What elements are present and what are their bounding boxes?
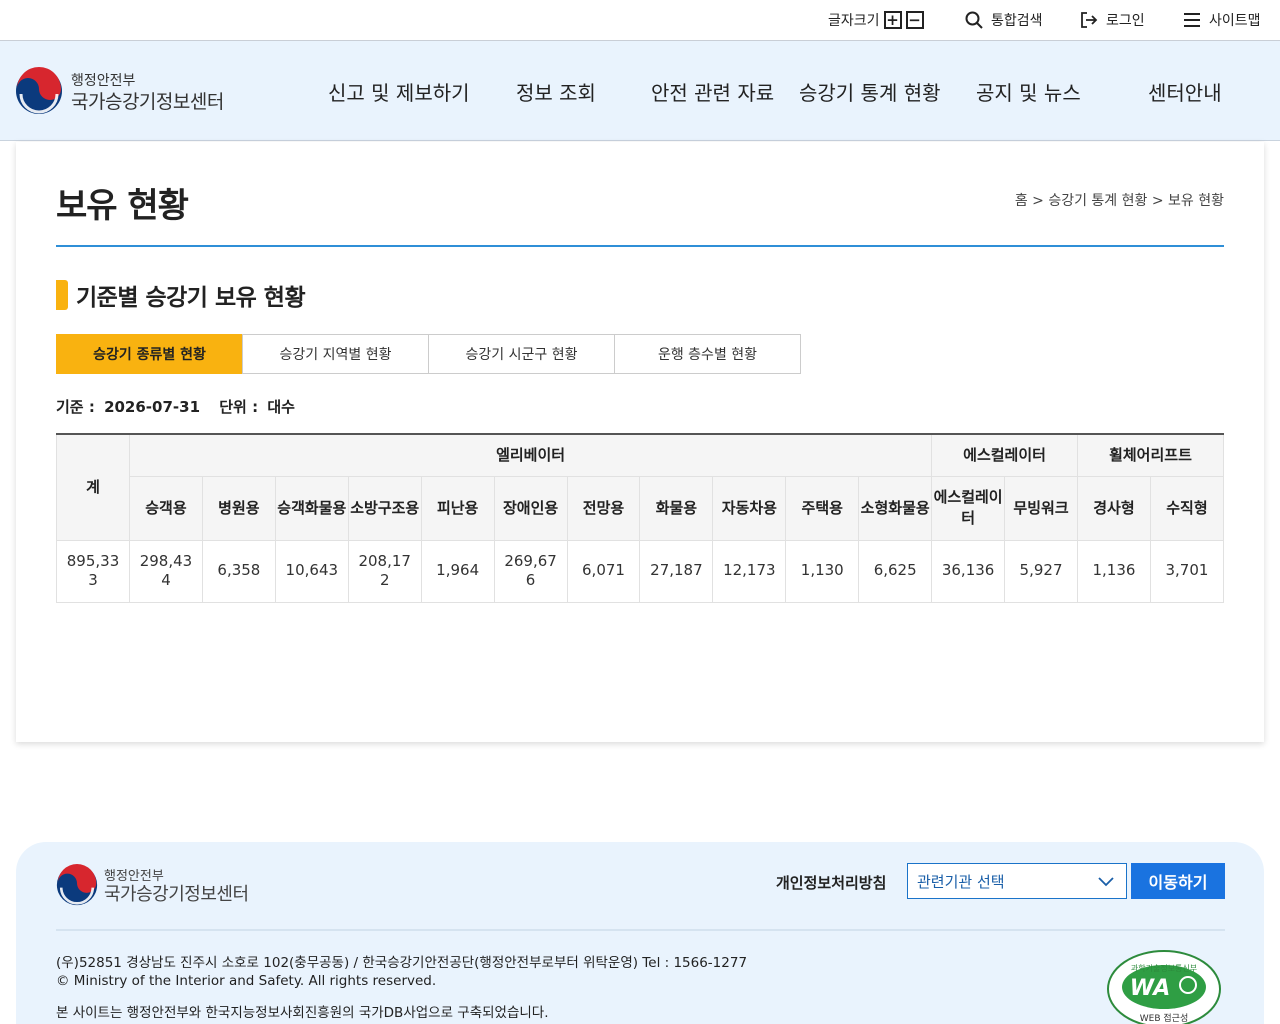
login-icon	[1079, 10, 1099, 30]
basis-date: 2026-07-31	[104, 398, 201, 416]
main-header: 행정안전부 국가승강기정보센터 신고 및 제보하기 정보 조회 안전 관련 자료…	[0, 41, 1280, 141]
font-increase-button[interactable]: +	[883, 11, 902, 29]
table-row: 895,333 298,434 6,358 10,643 208,172 1,9…	[56, 539, 1225, 603]
nav-statistics[interactable]: 승강기 통계 현황	[799, 77, 941, 106]
stat-tabs: 승강기 종류별 현황 승강기 지역별 현황 승강기 시군구 현황 운행 층수별 …	[56, 334, 801, 374]
table-cell: 10,643	[274, 539, 349, 603]
chevron-down-icon	[1098, 877, 1114, 887]
nav-info-lookup[interactable]: 정보 조회	[516, 77, 596, 106]
table-cell: 1,136	[1076, 539, 1151, 603]
section-accent-bar	[56, 280, 68, 310]
page-title: 보유 현황	[56, 186, 189, 226]
footer-built-by: 본 사이트는 행정안전부와 한국지능정보사회진흥원의 국가DB사업으로 구축되었…	[56, 1005, 549, 1021]
group-header-elevator: 엘리베이터	[128, 433, 933, 477]
table-cell: 36,136	[931, 539, 1006, 603]
table-cell: 1,130	[785, 539, 860, 603]
table-cell: 269,676	[493, 539, 568, 603]
column-header: 승객용	[129, 475, 203, 541]
search-icon	[964, 10, 984, 30]
badge-wa-text: WA	[1130, 976, 1171, 1001]
sitemap-link[interactable]: 사이트맵	[1182, 0, 1261, 40]
stats-table: 계 엘리베이터 에스컬레이터 휠체어리프트 승객용 병원용 승객화물용 소방구조…	[56, 433, 1225, 603]
table-cell: 1,964	[420, 539, 495, 603]
related-agency-select-value: 관련기관 선택	[917, 872, 1005, 891]
column-header: 소형화물용	[858, 475, 933, 541]
column-header: 소방구조용	[347, 475, 422, 541]
web-accessibility-badge: 과학기술정보통신부 WA WEB 접근성	[1106, 947, 1222, 1024]
column-header: 수직형	[1149, 475, 1225, 541]
nav-report[interactable]: 신고 및 제보하기	[328, 77, 470, 106]
table-cell: 298,434	[129, 539, 203, 603]
privacy-policy-link[interactable]: 개인정보처리방침	[776, 872, 886, 893]
total-cell: 895,333	[56, 539, 130, 603]
column-header: 무빙워크	[1004, 475, 1078, 541]
column-header: 경사형	[1076, 475, 1151, 541]
nav-safety-materials[interactable]: 안전 관련 자료	[651, 77, 774, 106]
search-label: 통합검색	[991, 13, 1043, 29]
table-cell: 27,187	[639, 539, 714, 603]
unit-label: 단위 :	[219, 398, 259, 416]
nav-notice-news[interactable]: 공지 및 뉴스	[976, 77, 1081, 106]
wa-certification-icon: 과학기술정보통신부 WA WEB 접근성	[1107, 950, 1221, 1024]
column-header: 자동차용	[712, 475, 787, 541]
footer-divider	[56, 929, 1225, 931]
group-header-escalator: 에스컬레이터	[931, 433, 1078, 477]
breadcrumb: 홈 > 승강기 통계 현황 > 보유 현황	[1014, 193, 1224, 209]
section-title-text: 기준별 승강기 보유 현황	[76, 285, 306, 311]
font-size-control: 글자크기 + −	[828, 0, 924, 40]
column-header: 병원용	[201, 475, 276, 541]
utility-bar: 글자크기 + − 통합검색 로그인 사이트맵	[0, 0, 1280, 41]
column-header: 장애인용	[493, 475, 568, 541]
table-cell: 6,358	[201, 539, 276, 603]
column-header: 에스컬레이터	[931, 475, 1006, 541]
login-link[interactable]: 로그인	[1079, 0, 1145, 40]
taegeuk-logo-icon	[56, 864, 98, 906]
taegeuk-logo-icon	[16, 67, 62, 114]
title-divider	[56, 245, 1224, 247]
logo-center-name: 국가승강기정보센터	[71, 91, 224, 113]
go-button[interactable]: 이동하기	[1131, 863, 1225, 899]
tab-region[interactable]: 승강기 지역별 현황	[242, 334, 429, 374]
font-decrease-button[interactable]: −	[905, 11, 924, 29]
table-cell: 6,071	[566, 539, 641, 603]
footer-address: (우)52851 경상남도 진주시 소호로 102(충무공동) / 한국승강기안…	[56, 955, 748, 971]
basis-info: 기준 : 2026-07-31 단위 : 대수	[56, 396, 299, 417]
search-link[interactable]: 통합검색	[964, 0, 1043, 40]
table-cell: 3,701	[1149, 539, 1225, 603]
column-header: 승객화물용	[274, 475, 349, 541]
unit-value: 대수	[267, 398, 295, 416]
nav-center-info[interactable]: 센터안내	[1148, 77, 1222, 106]
content-card: 보유 현황 홈 > 승강기 통계 현황 > 보유 현황 기준별 승강기 보유 현…	[16, 142, 1264, 742]
related-agency-select[interactable]: 관련기관 선택	[907, 863, 1127, 899]
column-header: 피난용	[420, 475, 495, 541]
column-header: 주택용	[785, 475, 860, 541]
column-header: 화물용	[639, 475, 714, 541]
tab-district[interactable]: 승강기 시군구 현황	[428, 334, 615, 374]
badge-top-text: 과학기술정보통신부	[1131, 963, 1197, 973]
sitemap-label: 사이트맵	[1209, 13, 1261, 29]
table-cell: 12,173	[712, 539, 787, 603]
menu-icon	[1182, 10, 1202, 30]
footer-logo-center-name: 국가승강기정보센터	[104, 884, 249, 905]
badge-sub-text: WEB 접근성	[1140, 1012, 1188, 1024]
column-header: 전망용	[566, 475, 641, 541]
tab-type[interactable]: 승강기 종류별 현황	[56, 334, 243, 374]
login-label: 로그인	[1106, 13, 1145, 29]
table-cell: 208,172	[347, 539, 422, 603]
group-header-wheelchair-lift: 휠체어리프트	[1076, 433, 1225, 477]
font-size-label: 글자크기	[828, 13, 880, 29]
site-logo[interactable]: 행정안전부 국가승강기정보센터	[15, 67, 255, 117]
tab-floors[interactable]: 운행 층수별 현황	[614, 334, 801, 374]
site-footer: 행정안전부 국가승강기정보센터 개인정보처리방침 관련기관 선택 이동하기 (우…	[16, 842, 1264, 1024]
table-cell: 5,927	[1004, 539, 1078, 603]
section-title: 기준별 승강기 보유 현황	[56, 280, 306, 311]
footer-logo[interactable]: 행정안전부 국가승강기정보센터	[56, 864, 276, 908]
total-header: 계	[56, 433, 130, 541]
table-cell: 6,625	[858, 539, 933, 603]
basis-label: 기준 :	[56, 398, 95, 416]
footer-copyright: © Ministry of the Interior and Safety. A…	[56, 973, 437, 989]
